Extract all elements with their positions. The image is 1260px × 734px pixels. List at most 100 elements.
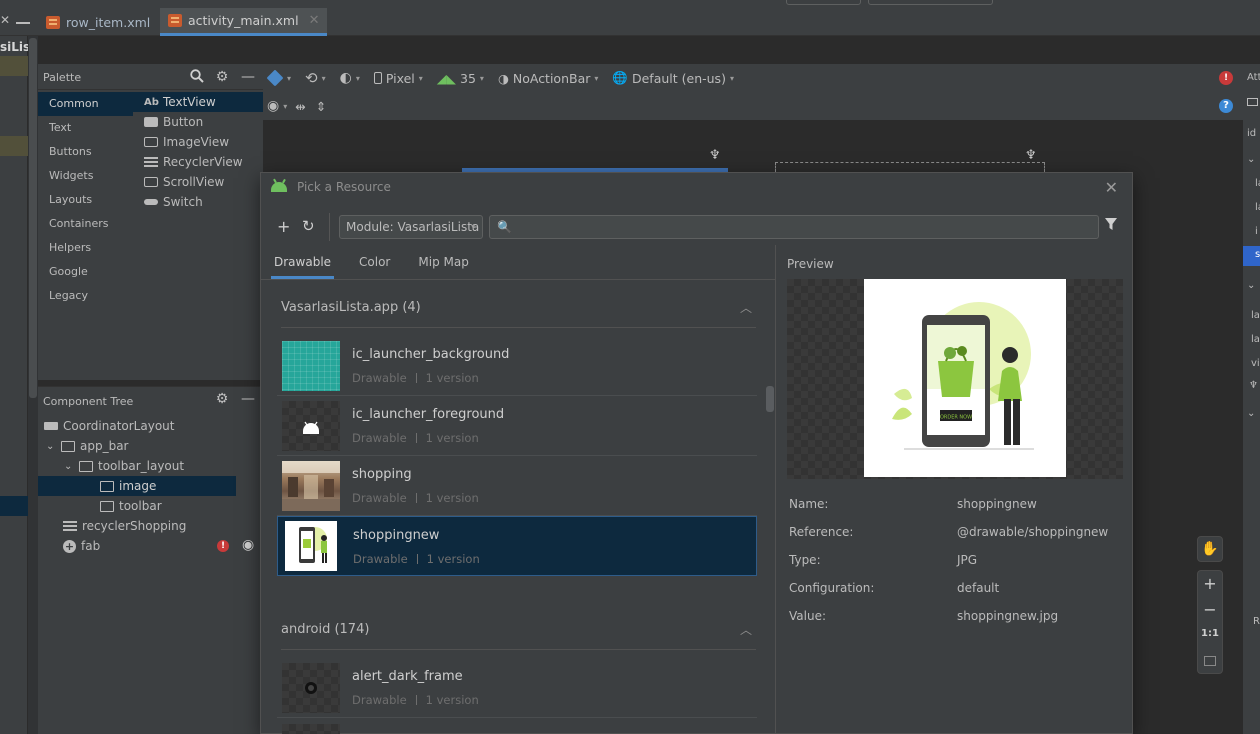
- detail-key: Value:: [789, 609, 826, 623]
- group-header-android[interactable]: android (174) ︿: [281, 610, 756, 650]
- close-icon[interactable]: ✕: [309, 13, 320, 28]
- detail-key: Reference:: [789, 525, 854, 539]
- widget-button[interactable]: Button: [133, 112, 263, 132]
- scroll-thumb[interactable]: [29, 38, 37, 398]
- fit-screen-icon[interactable]: [1204, 656, 1216, 666]
- device-selector[interactable]: Pixel ▾: [373, 71, 423, 86]
- eye-icon[interactable]: ◉: [242, 537, 254, 553]
- gear-icon[interactable]: ⚙: [214, 69, 230, 85]
- gear-icon[interactable]: ⚙: [214, 391, 230, 407]
- orientation-icon[interactable]: ⟲ ▾: [305, 69, 326, 87]
- help-icon[interactable]: ?: [1219, 99, 1233, 113]
- error-icon[interactable]: !: [1219, 71, 1233, 85]
- tree-item-image[interactable]: image: [38, 476, 236, 496]
- resource-item[interactable]: alert_dark_frame Drawable 1 version: [277, 658, 757, 718]
- category-text[interactable]: Text: [38, 116, 133, 140]
- resource-item-selected[interactable]: shoppingnew Drawable 1 version: [277, 516, 757, 576]
- resource-item[interactable]: ic_launcher_background Drawable 1 version: [277, 336, 757, 396]
- eye-icon[interactable]: ◉ ▾: [267, 98, 287, 114]
- category-widgets[interactable]: Widgets: [38, 164, 133, 188]
- tree-item-label: app_bar: [80, 439, 129, 453]
- tree-item-toolbar-layout[interactable]: ⌄ toolbar_layout: [38, 456, 236, 476]
- add-icon[interactable]: +: [277, 217, 290, 236]
- vertical-guide-icon[interactable]: ⇕: [316, 99, 326, 114]
- category-buttons[interactable]: Buttons: [38, 140, 133, 164]
- horizontal-guide-icon[interactable]: ⇹: [295, 99, 305, 114]
- chevron-down-icon[interactable]: ⌄: [1247, 280, 1255, 291]
- category-legacy[interactable]: Legacy: [38, 284, 133, 308]
- attribute-label: i: [1255, 226, 1258, 237]
- widget-recyclerview[interactable]: RecyclerView: [133, 152, 263, 172]
- resource-item[interactable]: [282, 724, 340, 734]
- search-icon[interactable]: [189, 69, 205, 85]
- night-mode-icon[interactable]: ◐ ▾: [340, 70, 360, 86]
- view-icon: [1247, 98, 1258, 106]
- tree-item-fab[interactable]: + fab ! ◉: [38, 536, 263, 556]
- zoom-in-icon[interactable]: +: [1197, 574, 1223, 593]
- palette-categories: Common Text Buttons Widgets Layouts Cont…: [38, 92, 133, 308]
- chevron-down-icon[interactable]: ⌄: [1247, 154, 1255, 165]
- top-strip: [0, 0, 1260, 8]
- tree-item-app-bar[interactable]: ⌄ app_bar: [38, 436, 236, 456]
- widget-imageview[interactable]: ImageView: [133, 132, 263, 152]
- tab-color[interactable]: Color: [356, 249, 393, 279]
- category-common[interactable]: Common: [38, 92, 133, 116]
- scroll-thumb[interactable]: [766, 386, 774, 412]
- chevron-down-icon[interactable]: ⌄: [46, 441, 56, 452]
- category-helpers[interactable]: Helpers: [38, 236, 133, 260]
- list-icon: [63, 521, 77, 531]
- zoom-fit-button[interactable]: 1:1: [1197, 628, 1223, 639]
- minimize-icon[interactable]: —: [240, 69, 256, 85]
- widget-switch[interactable]: Switch: [133, 192, 263, 212]
- tree-item-coordinatorlayout[interactable]: CoordinatorLayout: [38, 416, 236, 436]
- search-input[interactable]: 🔍: [489, 215, 1099, 239]
- tab-row-item[interactable]: row_item.xml ✕: [38, 8, 179, 36]
- tab-drawable[interactable]: Drawable: [271, 249, 335, 279]
- chevron-up-icon[interactable]: ︿: [740, 288, 752, 328]
- attributes-panel: Att id ⌄ la la i ⌄ lay lay vis ♆ ⌄ R: [1243, 64, 1260, 734]
- tab-mip-map[interactable]: Mip Map: [415, 249, 471, 279]
- widget-scrollview[interactable]: ScrollView: [133, 172, 263, 192]
- widget-textview[interactable]: Ab TextView: [133, 92, 263, 112]
- theme-selector[interactable]: ◑ NoActionBar ▾: [498, 71, 598, 86]
- minimize-icon[interactable]: —: [240, 391, 256, 407]
- resource-item[interactable]: shopping Drawable 1 version: [277, 456, 757, 516]
- resource-item[interactable]: ic_launcher_foreground Drawable 1 version: [277, 396, 757, 456]
- group-header-app[interactable]: VasarlasiLista.app (4) ︿: [281, 288, 756, 328]
- toolbar-dropdown[interactable]: [786, 0, 861, 5]
- api-selector[interactable]: ◢◣ 35 ▾: [437, 71, 484, 86]
- minimize-icon[interactable]: [16, 22, 30, 24]
- toolbar-dropdown[interactable]: [868, 0, 993, 5]
- pan-hand-icon[interactable]: ✋: [1197, 536, 1223, 562]
- scrollbar[interactable]: [28, 36, 38, 734]
- tree-item-toolbar[interactable]: toolbar: [38, 496, 236, 516]
- chevron-down-icon[interactable]: ⌄: [1247, 408, 1255, 419]
- category-containers[interactable]: Containers: [38, 212, 133, 236]
- theme-label: NoActionBar: [512, 70, 591, 86]
- refresh-icon[interactable]: ↻: [302, 217, 315, 235]
- layers-icon[interactable]: ▾: [266, 69, 291, 87]
- highlighted-row[interactable]: [0, 56, 28, 76]
- error-icon[interactable]: !: [217, 540, 229, 552]
- selected-attribute-row[interactable]: s: [1243, 246, 1260, 266]
- resource-meta: Drawable 1 version: [352, 693, 479, 707]
- attribute-label: id: [1247, 128, 1257, 139]
- category-layouts[interactable]: Layouts: [38, 188, 133, 212]
- locale-selector[interactable]: 🌐 Default (en-us) ▾: [612, 70, 734, 86]
- appbar-icon: [61, 440, 75, 452]
- close-icon[interactable]: ✕: [1105, 178, 1118, 197]
- tree-item-recyclershopping[interactable]: recyclerShopping: [38, 516, 236, 536]
- tree-item-label: image: [119, 479, 157, 493]
- zoom-out-icon[interactable]: −: [1197, 600, 1223, 619]
- highlighted-row[interactable]: [0, 136, 28, 156]
- widget-label: ImageView: [163, 135, 230, 149]
- chevron-down-icon[interactable]: ⌄: [64, 461, 74, 472]
- module-dropdown[interactable]: Module: VasarlasiLista ▾: [339, 215, 483, 239]
- tab-activity-main[interactable]: activity_main.xml ✕: [160, 8, 328, 36]
- chevron-up-icon[interactable]: ︿: [740, 610, 752, 650]
- filter-icon[interactable]: [1104, 217, 1120, 233]
- resource-meta: Drawable 1 version: [352, 371, 479, 385]
- chevron-down-icon: ▾: [470, 222, 475, 231]
- category-google[interactable]: Google: [38, 260, 133, 284]
- close-icon[interactable]: ✕: [0, 13, 10, 29]
